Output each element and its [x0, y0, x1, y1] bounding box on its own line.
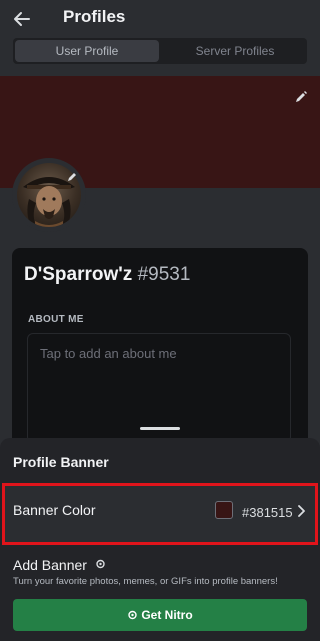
- banner-color-label: Banner Color: [13, 502, 96, 518]
- about-me-label: ABOUT ME: [28, 314, 84, 325]
- discriminator: #9531: [137, 264, 191, 285]
- page-title: Profiles: [63, 7, 126, 26]
- nitro-icon: [128, 610, 138, 620]
- avatar-pencil-icon[interactable]: [67, 170, 79, 182]
- top-bar: Profiles: [0, 0, 320, 38]
- add-banner-description: Turn your favorite photos, memes, or GIF…: [13, 576, 278, 587]
- arrow-left-icon[interactable]: [12, 9, 32, 29]
- nitro-badge-icon: [96, 559, 105, 569]
- tab-user-profile[interactable]: User Profile: [15, 40, 159, 62]
- sheet-drag-handle[interactable]: [140, 427, 180, 430]
- get-nitro-button[interactable]: Get Nitro: [13, 599, 307, 631]
- profile-tabs: User Profile Server Profiles: [13, 38, 307, 64]
- username: D'Sparrow'z #9531: [24, 264, 190, 286]
- sheet-title: Profile Banner: [13, 454, 109, 470]
- get-nitro-label: Get Nitro: [141, 608, 193, 622]
- tab-server-profiles[interactable]: Server Profiles: [163, 38, 307, 64]
- color-swatch: [215, 501, 233, 519]
- add-banner-title: Add Banner: [13, 557, 105, 573]
- banner-color-value: #381515: [242, 505, 293, 520]
- add-banner-label: Add Banner: [13, 557, 87, 573]
- chevron-right-icon: [298, 505, 305, 517]
- pencil-icon[interactable]: [294, 90, 308, 104]
- display-name: D'Sparrow'z: [24, 264, 133, 285]
